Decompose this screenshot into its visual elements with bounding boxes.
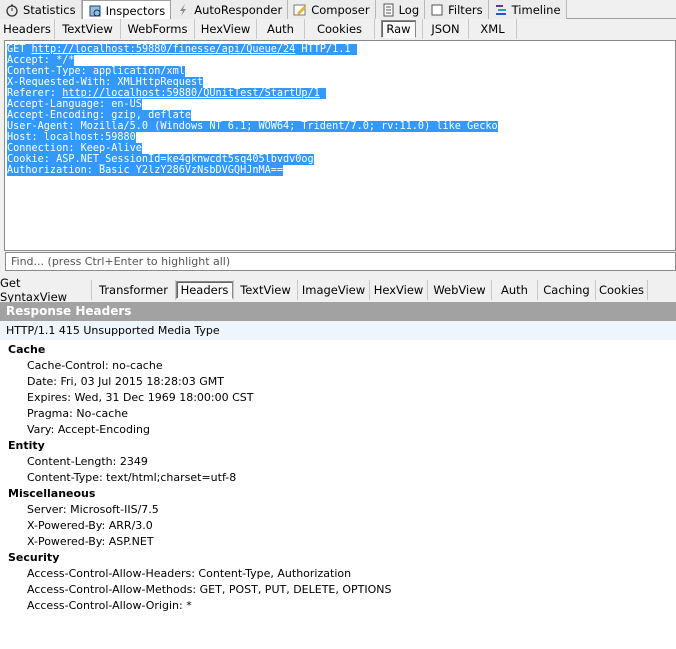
headers-tree: Cache Cache-Control: no-cache Date: Fri, 0…: [0, 340, 676, 649]
header-item[interactable]: Pragma: No-cache: [0, 406, 676, 422]
protocol: HTTP/1.1: [295, 44, 351, 55]
header-item[interactable]: Server: Microsoft-IIS/7.5: [0, 502, 676, 518]
pencil-icon: [293, 3, 307, 17]
tab-composer[interactable]: Composer: [288, 0, 376, 19]
subtab-auth[interactable]: Auth: [492, 280, 538, 300]
subtab-label: Get SyntaxView: [0, 276, 68, 304]
tab-filters[interactable]: Filters: [425, 0, 489, 19]
tab-label: Log: [398, 2, 420, 17]
subtab-label: Caching: [543, 283, 590, 297]
status-line: HTTP/1.1 415 Unsupported Media Type: [0, 321, 676, 340]
header-item[interactable]: Access-Control-Allow-Origin: *: [0, 598, 676, 614]
subtab-label: Transformer: [98, 283, 168, 297]
header-group-miscellaneous[interactable]: Miscellaneous: [0, 486, 676, 502]
tab-inspectors[interactable]: Inspectors: [81, 0, 172, 20]
subtab-label: XML: [480, 22, 505, 36]
stopwatch-icon: [5, 3, 19, 17]
subtab-label: Raw: [381, 20, 416, 38]
header-item[interactable]: Access-Control-Allow-Methods: GET, POST,…: [0, 582, 676, 598]
find-input[interactable]: Find... (press Ctrl+Enter to highlight a…: [5, 252, 676, 271]
subtab-xml[interactable]: XML: [469, 19, 517, 39]
raw-line: Authorization: Basic Y2lzY286VzNsbDVGQHJ…: [7, 165, 284, 176]
raw-line: Cookie: ASP.NET_SessionId=ke4gknwcdt5sq4…: [7, 154, 314, 165]
subtab-headers[interactable]: Headers: [0, 19, 55, 39]
subtab-label: Headers: [175, 281, 234, 299]
subtab-textview[interactable]: TextView: [234, 280, 298, 300]
method: GET: [7, 44, 32, 55]
subtab-label: WebView: [433, 283, 486, 297]
subtab-label: TextView: [240, 283, 291, 297]
subtab-hexview[interactable]: HexView: [370, 280, 428, 300]
header-item[interactable]: Content-Type: text/html;charset=utf-8: [0, 470, 676, 486]
subtab-textview[interactable]: TextView: [55, 19, 121, 39]
subtab-label: Cookies: [316, 22, 363, 36]
raw-request-view[interactable]: GET http://localhost:59880/finesse/api/Q…: [4, 40, 676, 251]
raw-line: Accept-Language: en-US: [7, 99, 142, 110]
request-url[interactable]: http://localhost:59880/finesse/api/Queue…: [32, 44, 296, 55]
subtab-transformer[interactable]: Transformer: [92, 280, 176, 300]
response-headers-title: Response Headers: [0, 302, 676, 321]
referer-url[interactable]: http://localhost:59880/QUnitTest/StartUp…: [62, 88, 320, 99]
subtab-webforms[interactable]: WebForms: [121, 19, 195, 39]
lightning-icon: [176, 3, 190, 17]
tab-label: AutoResponder: [194, 2, 283, 17]
subtab-cookies[interactable]: Cookies: [596, 280, 648, 300]
subtab-headers[interactable]: Headers: [175, 280, 234, 300]
checkbox-icon: [430, 3, 444, 17]
raw-line: Content-Type: application/xml: [7, 66, 185, 77]
tab-label: Statistics: [23, 2, 76, 17]
raw-line: Accept: */*: [7, 55, 75, 66]
raw-line: Connection: Keep-Alive: [7, 143, 142, 154]
subtab-label: HexView: [200, 22, 251, 36]
response-tab-bar: Get SyntaxView Transformer Headers TextView…: [0, 276, 676, 304]
subtab-label: Cookies: [598, 283, 645, 297]
tab-label: Composer: [311, 2, 370, 17]
header-item[interactable]: Vary: Accept-Encoding: [0, 422, 676, 438]
document-icon: [381, 3, 395, 17]
subtab-hexview[interactable]: HexView: [195, 19, 257, 39]
header-item[interactable]: X-Powered-By: ARR/3.0: [0, 518, 676, 534]
subtab-raw[interactable]: Raw: [375, 19, 423, 39]
tab-label: Inspectors: [105, 3, 166, 18]
raw-line: User-Agent: Mozilla/5.0 (Windows NT 6.1;…: [7, 121, 498, 132]
subtab-label: JSON: [431, 22, 460, 36]
timeline-icon: [494, 3, 508, 17]
header-item[interactable]: X-Powered-By: ASP.NET: [0, 534, 676, 550]
subtab-label: WebForms: [127, 22, 188, 36]
request-tab-bar: Headers TextView WebForms HexView Auth Cookie…: [0, 19, 676, 39]
subtab-label: TextView: [62, 22, 113, 36]
header-item[interactable]: Date: Fri, 03 Jul 2015 18:28:03 GMT: [0, 374, 676, 390]
inspect-icon: [88, 4, 102, 18]
subtab-json[interactable]: JSON: [423, 19, 469, 39]
subtab-webview[interactable]: WebView: [428, 280, 492, 300]
header-group-cache[interactable]: Cache: [0, 342, 676, 358]
tab-timeline[interactable]: Timeline: [488, 0, 567, 19]
tab-label: Timeline: [511, 2, 561, 17]
subtab-imageview[interactable]: ImageView: [298, 280, 370, 300]
subtab-caching[interactable]: Caching: [538, 280, 596, 300]
raw-line: Host: localhost:59880: [7, 132, 136, 143]
header-item[interactable]: Access-Control-Allow-Headers: Content-Ty…: [0, 566, 676, 582]
header-group-security[interactable]: Security: [0, 550, 676, 566]
subtab-label: Auth: [501, 283, 528, 297]
tab-label: Filters: [448, 2, 483, 17]
raw-line: X-Requested-With: XMLHttpRequest: [7, 77, 204, 88]
header-item[interactable]: Expires: Wed, 31 Dec 1969 18:00:00 CST: [0, 390, 676, 406]
subtab-auth[interactable]: Auth: [257, 19, 305, 39]
raw-line: Accept-Encoding: gzip, deflate: [7, 110, 192, 121]
subtab-label: Headers: [3, 22, 51, 36]
tab-autoresponder[interactable]: AutoResponder: [171, 0, 289, 19]
header-item[interactable]: Cache-Control: no-cache: [0, 358, 676, 374]
subtab-label: Auth: [267, 22, 294, 36]
tab-log[interactable]: Log: [375, 0, 426, 19]
tab-statistics[interactable]: Statistics: [0, 0, 82, 19]
subtab-label: ImageView: [301, 283, 366, 297]
main-tab-bar: Statistics Inspectors AutoResponder Compose…: [0, 0, 676, 20]
header-item[interactable]: Content-Length: 2349: [0, 454, 676, 470]
referer-key: Referer:: [7, 88, 63, 99]
subtab-get-syntaxview[interactable]: Get SyntaxView: [0, 276, 92, 304]
header-group-entity[interactable]: Entity: [0, 438, 676, 454]
subtab-cookies[interactable]: Cookies: [305, 19, 375, 39]
subtab-label: HexView: [373, 283, 424, 297]
